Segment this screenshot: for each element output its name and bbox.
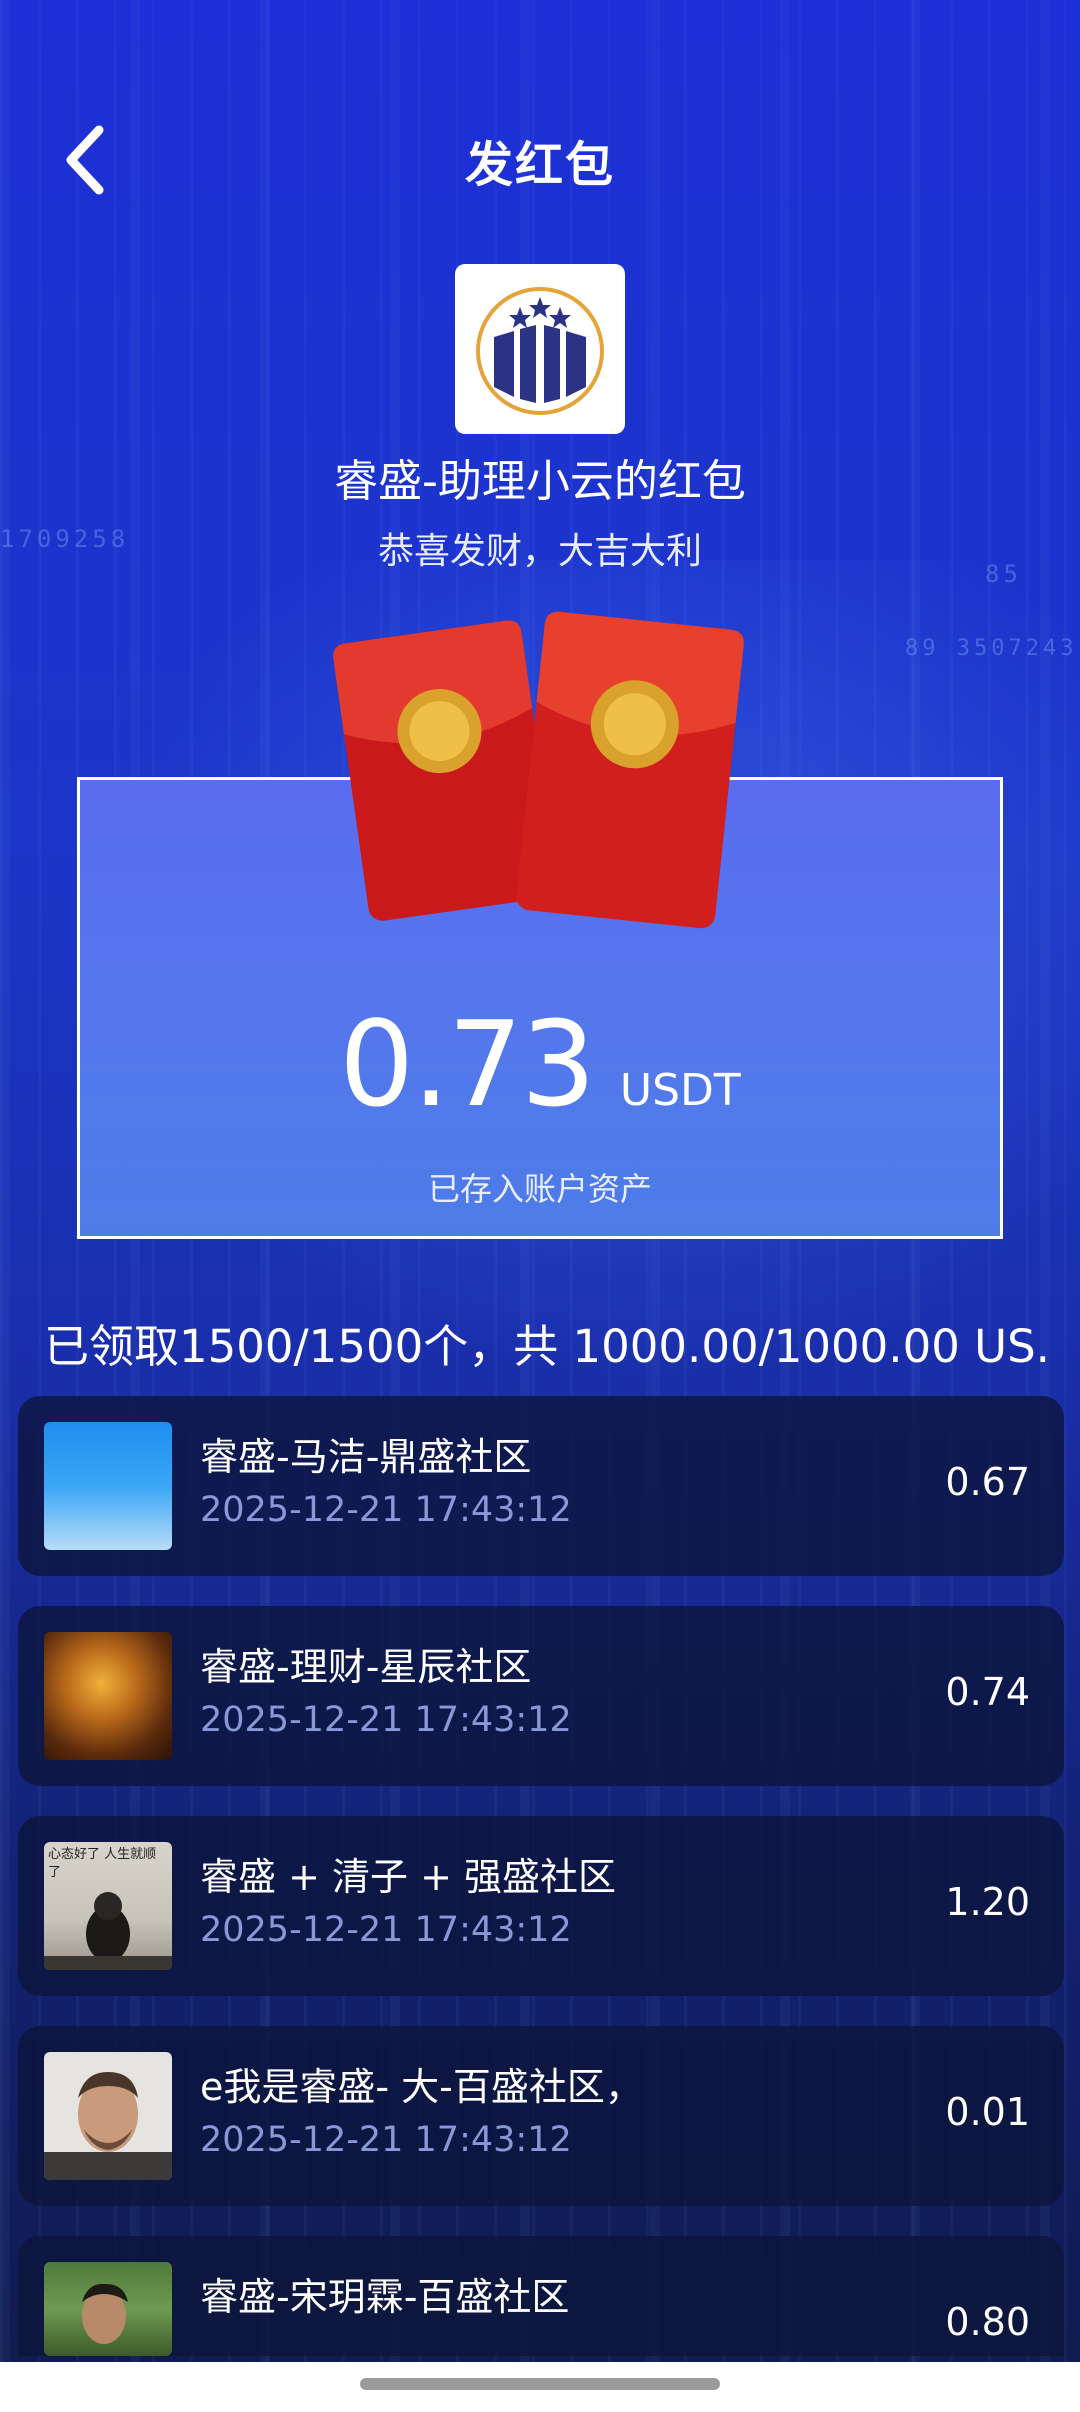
claim-records-list: 睿盛-马洁-鼎盛社区 2025-12-21 17:43:12 0.67 睿盛-理…: [18, 1396, 1064, 2386]
claim-time: 2025-12-21 17:43:12: [200, 1700, 572, 1740]
chevron-left-icon: [66, 125, 104, 195]
back-button[interactable]: [50, 120, 120, 200]
avatar: [44, 2052, 172, 2180]
claim-time: 2025-12-21 17:43:12: [200, 2120, 572, 2160]
amount-display: 0.73 USDT: [0, 995, 1080, 1133]
claim-amount: 0.67: [945, 1460, 1030, 1504]
sender-logo: [455, 264, 625, 434]
list-item[interactable]: 心态好了 人生就顺了 睿盛 + 清子 + 强盛社区 2025-12-21 17:…: [18, 1816, 1064, 1996]
avatar: [44, 1632, 172, 1760]
avatar: [44, 2262, 172, 2356]
avatar: 心态好了 人生就顺了: [44, 1842, 172, 1970]
list-item[interactable]: 睿盛-马洁-鼎盛社区 2025-12-21 17:43:12 0.67: [18, 1396, 1064, 1576]
list-item[interactable]: e我是睿盛- 大-百盛社区， 2025-12-21 17:43:12 0.01: [18, 2026, 1064, 2206]
claim-amount: 0.74: [945, 1670, 1030, 1714]
list-item[interactable]: 睿盛-理财-星辰社区 2025-12-21 17:43:12 0.74: [18, 1606, 1064, 1786]
amount-value: 0.73: [339, 995, 596, 1133]
list-item[interactable]: 睿盛-宋玥霖-百盛社区 0.80: [18, 2236, 1064, 2356]
blessing-text: 恭喜发财，大吉大利: [377, 531, 702, 572]
avatar: [44, 1422, 172, 1550]
claim-amount: 0.80: [945, 2300, 1030, 2344]
claimer-name: 睿盛 + 清子 + 强盛社区: [200, 1855, 616, 1899]
sender-name: 睿盛-助理小云的红包: [334, 456, 746, 507]
claimer-name: 睿盛-宋玥霖-百盛社区: [200, 2275, 570, 2319]
columns-stars-logo-icon: [476, 287, 604, 415]
deposit-status: 已存入账户资产: [427, 1170, 652, 1208]
app-header: 发红包: [0, 100, 1080, 220]
claim-summary: 已领取1500/1500个，共 1000.00/1000.00 US...: [44, 1320, 1054, 1373]
avatar-caption: 心态好了 人生就顺了: [48, 1847, 157, 1880]
background-digits: 89 3507243: [905, 636, 1078, 661]
amount-unit: USDT: [619, 1065, 741, 1116]
page-title: 发红包: [464, 137, 615, 193]
claim-time: 2025-12-21 17:43:12: [200, 1910, 572, 1950]
claimer-name: 睿盛-马洁-鼎盛社区: [200, 1435, 532, 1479]
home-indicator[interactable]: [360, 2378, 720, 2390]
claimer-name: 睿盛-理财-星辰社区: [200, 1645, 532, 1689]
claim-amount: 0.01: [945, 2090, 1030, 2134]
claimer-name: e我是睿盛- 大-百盛社区，: [200, 2065, 643, 2109]
claim-time: 2025-12-21 17:43:12: [200, 1490, 572, 1530]
claim-amount: 1.20: [945, 1880, 1030, 1924]
red-envelope-icon: [330, 600, 760, 960]
